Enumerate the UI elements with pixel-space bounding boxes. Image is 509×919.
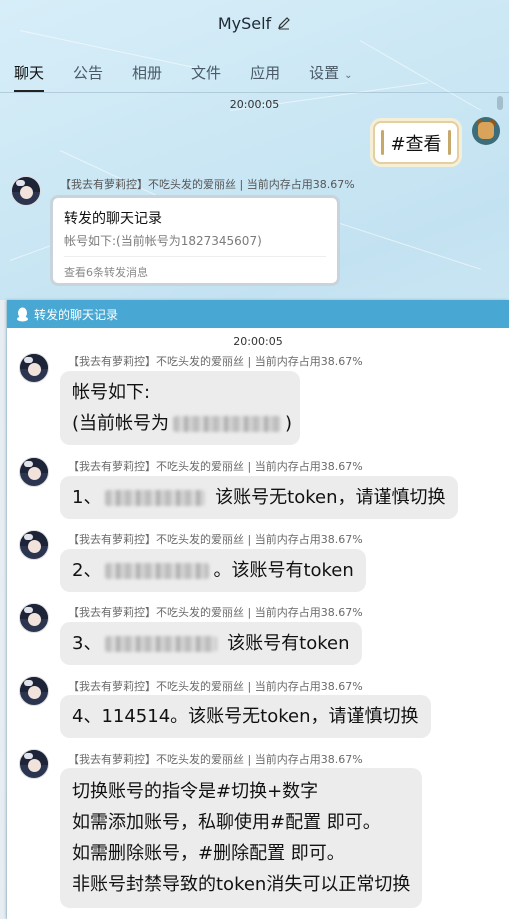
sender-name[interactable]: 【我去有萝莉控】不吃头发的爱丽丝 | 当前内存占用38.67% xyxy=(68,353,363,369)
message-timestamp: 20:00:05 xyxy=(233,335,283,348)
message-line: 如需添加账号，私聊使用#配置 即可。 xyxy=(72,812,381,833)
sender-name[interactable]: 【我去有萝莉控】不吃头发的爱丽丝 | 当前内存占用38.67% xyxy=(68,531,363,547)
message-text: 2、 xyxy=(72,560,102,581)
message-bubble[interactable]: 2、 。该账号有token xyxy=(60,549,366,592)
avatar-face xyxy=(28,686,41,699)
title-bar: MySelf xyxy=(0,0,509,46)
message-bubble[interactable]: 4、114514。该账号无token，请谨慎切换 xyxy=(60,695,431,738)
avatar-face xyxy=(28,759,41,772)
tab-album[interactable]: 相册 xyxy=(132,62,162,92)
avatar-bow xyxy=(24,461,33,467)
avatar-bow xyxy=(24,753,33,759)
avatar[interactable] xyxy=(19,353,49,383)
window-title: MySelf xyxy=(217,13,272,33)
my-message-text: #查看 xyxy=(390,133,442,155)
message-text: (当前帐号为 xyxy=(72,413,170,434)
message-line: (当前帐号为) xyxy=(72,408,292,439)
avatar[interactable] xyxy=(19,530,49,560)
sender-name[interactable]: 【我去有萝莉控】不吃头发的爱丽丝 | 当前内存占用38.67% xyxy=(68,458,363,474)
bubble-decoration xyxy=(448,130,451,155)
message-line: 帐号如下: xyxy=(72,382,151,403)
card-footer: 查看6条转发消息 xyxy=(64,266,148,279)
message-bubble[interactable]: 3、 该账号有token xyxy=(60,622,362,665)
message-text: 3、 xyxy=(72,633,102,654)
message-text: 。该账号有token xyxy=(213,560,354,581)
sender-name[interactable]: 【我去有萝莉控】不吃头发的爱丽丝 | 当前内存占用38.67% xyxy=(68,751,363,767)
avatar[interactable] xyxy=(19,676,49,706)
avatar-bow xyxy=(24,534,33,540)
card-title: 转发的聊天记录 xyxy=(64,211,162,227)
avatar-bow xyxy=(24,680,33,686)
background-edge xyxy=(0,300,6,919)
tab-settings[interactable]: 设置 ⌄ xyxy=(309,62,352,92)
avatar[interactable] xyxy=(11,176,41,206)
avatar-bow xyxy=(24,357,33,363)
tab-chat[interactable]: 聊天 xyxy=(14,62,45,92)
message-line: 非账号封禁导致的token消失可以正常切换 xyxy=(72,874,411,895)
message-text: 该账号无token，请谨慎切换 xyxy=(209,487,446,508)
my-message-bubble[interactable]: #查看 xyxy=(373,121,459,164)
tab-announcement[interactable]: 公告 xyxy=(73,62,103,92)
qq-penguin-icon xyxy=(17,307,28,321)
my-avatar[interactable] xyxy=(472,117,500,145)
avatar-face xyxy=(20,186,33,199)
tab-files[interactable]: 文件 xyxy=(191,62,221,92)
forwarded-records-window: 转发的聊天记录 20:00:05 【我去有萝莉控】不吃头发的爱丽丝 | 当前内存… xyxy=(7,300,509,919)
avatar[interactable] xyxy=(19,749,49,779)
sender-name[interactable]: 【我去有萝莉控】不吃头发的爱丽丝 | 当前内存占用38.67% xyxy=(68,678,363,694)
message-bubble[interactable]: 帐号如下: (当前帐号为) xyxy=(60,371,300,445)
popup-title: 转发的聊天记录 xyxy=(34,307,119,322)
tab-settings-label: 设置 xyxy=(309,64,340,82)
chevron-down-icon: ⌄ xyxy=(344,70,353,81)
divider xyxy=(0,92,509,93)
sender-name[interactable]: 【我去有萝莉控】不吃头发的爱丽丝 | 当前内存占用38.67% xyxy=(68,604,363,620)
forwarded-record-card[interactable]: 转发的聊天记录 帐号如下:(当前帐号为1827345607) 查看6条转发消息 xyxy=(50,195,340,286)
popup-header[interactable]: 转发的聊天记录 xyxy=(7,300,509,328)
redacted-text xyxy=(105,636,218,652)
redacted-text xyxy=(173,416,282,432)
avatar-face xyxy=(28,467,41,480)
tab-bar: 聊天 公告 相册 文件 应用 设置 ⌄ xyxy=(0,52,509,92)
avatar-bow xyxy=(24,607,33,613)
avatar-face xyxy=(28,540,41,553)
message-bubble[interactable]: 1、 该账号无token，请谨慎切换 xyxy=(60,476,458,519)
avatar-face xyxy=(28,613,41,626)
redacted-text xyxy=(105,490,206,506)
avatar-bow xyxy=(16,180,25,186)
avatar-face xyxy=(478,122,494,139)
message-text: ) xyxy=(285,413,293,434)
message-timestamp: 20:00:05 xyxy=(229,98,280,111)
avatar-face xyxy=(28,363,41,376)
message-text: 该账号有token xyxy=(221,633,350,654)
message-bubble[interactable]: 切换账号的指令是#切换+数字 如需添加账号，私聊使用#配置 即可。 如需删除账号… xyxy=(60,768,423,908)
edit-icon[interactable] xyxy=(277,16,291,30)
message-line: 切换账号的指令是#切换+数字 xyxy=(72,781,319,802)
sender-name[interactable]: 【我去有萝莉控】不吃头发的爱丽丝 | 当前内存占用38.67% xyxy=(60,176,355,192)
card-preview: 帐号如下:(当前帐号为1827345607) xyxy=(64,234,262,248)
tab-apps[interactable]: 应用 xyxy=(250,62,280,92)
redacted-text xyxy=(105,563,210,579)
bubble-decoration xyxy=(381,130,384,155)
avatar[interactable] xyxy=(19,457,49,487)
avatar[interactable] xyxy=(19,603,49,633)
message-text: 1、 xyxy=(72,487,102,508)
message-line: 如需删除账号，#删除配置 即可。 xyxy=(72,843,345,864)
card-divider xyxy=(64,256,326,257)
